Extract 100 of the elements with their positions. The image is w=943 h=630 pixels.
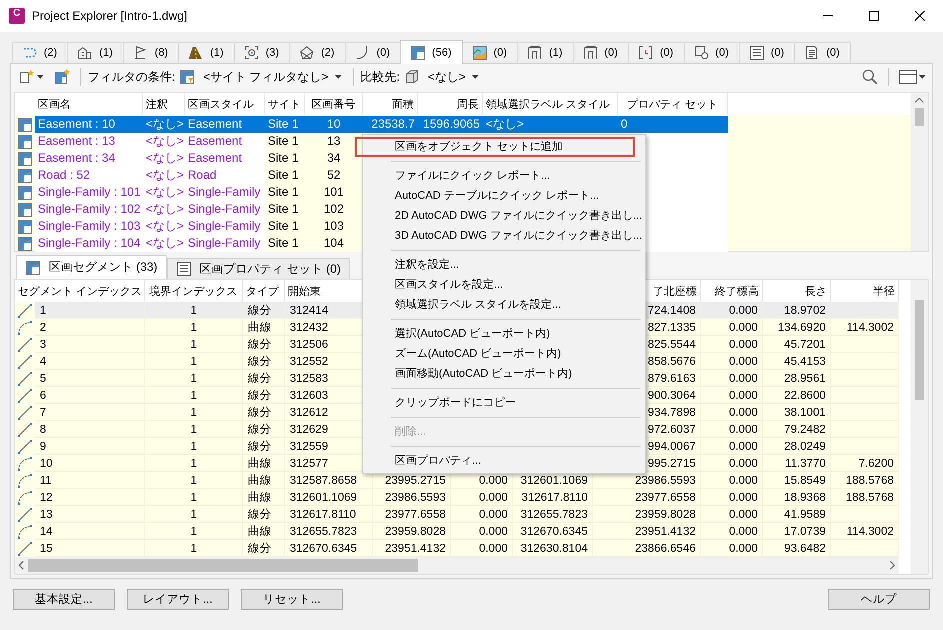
table-cell: 15	[35, 540, 145, 557]
table-cell: 1	[145, 319, 243, 336]
table-cell: 28.0249	[763, 438, 831, 455]
table-cell: 線分	[243, 404, 285, 421]
table-cell: Single-Family : 102	[35, 201, 143, 218]
table-cell: 10	[35, 455, 145, 472]
table-cell: Single-Family : 101	[35, 184, 143, 201]
table-cell: 1	[145, 370, 243, 387]
table-cell: 3	[35, 336, 145, 353]
table-cell-text: 0	[620, 116, 629, 133]
table-cell: 0.000	[701, 336, 763, 353]
table-cell: 0.000	[701, 404, 763, 421]
table-cell: 線分	[243, 370, 285, 387]
table-cell: 12	[35, 489, 145, 506]
table-cell: 312670.6345	[285, 540, 373, 557]
table-cell: 0.000	[701, 370, 763, 387]
table-cell: 0.000	[451, 506, 513, 523]
table-cell: 23986.5593	[593, 472, 701, 489]
table-cell: <なし>	[143, 184, 185, 201]
table-cell: Single-Family	[185, 218, 265, 235]
table-cell: 1	[145, 472, 243, 489]
table-cell: 4	[35, 353, 145, 370]
table-cell: 312670.6345	[513, 523, 593, 540]
table-cell: 23959.8028	[373, 523, 451, 540]
table-cell: 線分	[243, 506, 285, 523]
table-cell: <なし>	[143, 201, 185, 218]
table-cell: Road : 52	[35, 167, 143, 184]
table-cell: 1	[145, 489, 243, 506]
compare-label: 比較先:	[360, 68, 400, 86]
table-cell: 線分	[243, 336, 285, 353]
table-cell: Easement	[185, 133, 265, 150]
table-cell: 17.0739	[763, 523, 831, 540]
table-cell: 114.3002	[831, 319, 899, 336]
table-cell: 1	[145, 336, 243, 353]
table-cell: 23959.8028	[593, 506, 701, 523]
table-cell: 1	[145, 404, 243, 421]
table-cell: 41.9589	[763, 506, 831, 523]
table-cell-text: Site 1	[267, 116, 300, 133]
table-cell: 0.000	[451, 472, 513, 489]
table-cell: 0.000	[701, 506, 763, 523]
table-cell: 312655.7823	[285, 523, 373, 540]
table-cell: 312601.1069	[513, 472, 593, 489]
table-cell: 1	[145, 421, 243, 438]
table-cell-text: <なし>	[145, 116, 185, 133]
table-cell: 1	[145, 523, 243, 540]
table-cell-text: <なし>	[485, 116, 526, 133]
filter-label: フィルタの条件:	[88, 68, 176, 86]
table-cell: 5	[35, 370, 145, 387]
table-cell: 線分	[243, 421, 285, 438]
table-cell: 1	[145, 387, 243, 404]
table-cell: Easement : 13	[35, 133, 143, 150]
table-cell: 93.6482	[763, 540, 831, 557]
table-cell: 線分	[243, 353, 285, 370]
table-cell-text: Easement	[187, 116, 244, 133]
table-cell: 1	[145, 540, 243, 557]
table-cell: <なし>	[143, 150, 185, 167]
table-cell: Single-Family	[185, 235, 265, 252]
table-cell: 0.000	[701, 302, 763, 319]
table-cell: 9	[35, 438, 145, 455]
table-cell: 線分	[243, 387, 285, 404]
table-cell: 曲線	[243, 489, 285, 506]
table-cell: 312617.8110	[285, 506, 373, 523]
table-cell: 79.2482	[763, 421, 831, 438]
table-cell: <なし>	[143, 235, 185, 252]
table-cell: 0.000	[701, 455, 763, 472]
table-cell: <なし>	[143, 133, 185, 150]
table-cell: 6	[35, 387, 145, 404]
table-cell: 23866.6546	[593, 540, 701, 557]
table-cell: 45.4153	[763, 353, 831, 370]
table-cell: 0.000	[451, 540, 513, 557]
table-cell: 0.000	[701, 353, 763, 370]
table-cell: 0.000	[701, 472, 763, 489]
table-cell: 7	[35, 404, 145, 421]
table-cell: 1	[145, 506, 243, 523]
table-cell-text: 10	[326, 116, 342, 133]
table-cell: 1	[145, 455, 243, 472]
table-cell: 曲線	[243, 472, 285, 489]
table-cell: 23977.6558	[593, 489, 701, 506]
table-cell: 0.000	[701, 421, 763, 438]
table-cell: 1	[145, 353, 243, 370]
table-cell: <なし>	[143, 167, 185, 184]
table-cell: 0.000	[701, 489, 763, 506]
table-cell: 23951.4132	[593, 523, 701, 540]
table-cell: 23977.6558	[373, 506, 451, 523]
table-cell: 45.7201	[763, 336, 831, 353]
table-cell: Easement : 34	[35, 150, 143, 167]
table-cell: Site 1	[265, 235, 305, 252]
table-cell: 38.1001	[763, 404, 831, 421]
app-icon: C	[9, 8, 25, 24]
table-cell: 0.000	[701, 540, 763, 557]
table-cell: 23995.2715	[373, 472, 451, 489]
table-cell: Road	[185, 167, 265, 184]
table-cell: 18.9702	[763, 302, 831, 319]
table-cell: Single-Family	[185, 201, 265, 218]
table-cell-text: Easement : 10	[37, 116, 116, 133]
table-cell: 312630.8104	[513, 540, 593, 557]
table-cell: Easement	[185, 150, 265, 167]
table-cell: 11.3770	[763, 455, 831, 472]
table-cell: 312655.7823	[513, 506, 593, 523]
table-cell: 1	[145, 302, 243, 319]
